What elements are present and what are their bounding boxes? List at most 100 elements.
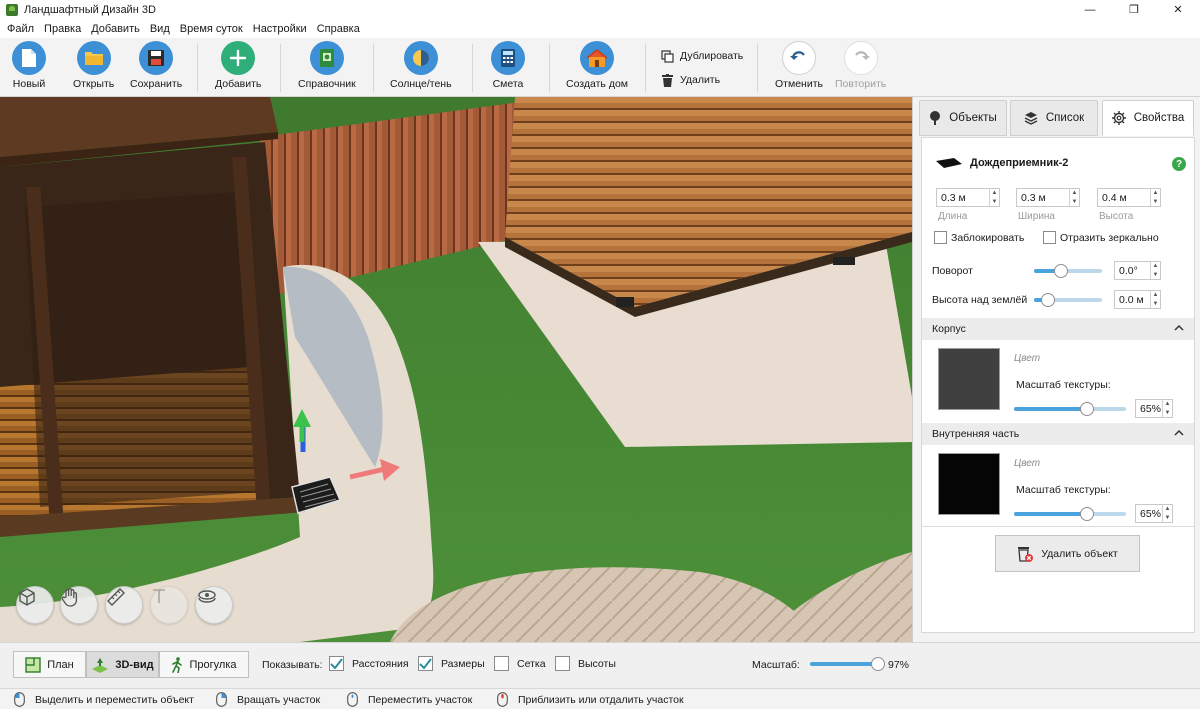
undo-button[interactable]: Отменить	[775, 41, 823, 90]
tab-walk[interactable]: Прогулка	[159, 651, 249, 678]
measure-tool-button[interactable]	[105, 586, 143, 624]
menu-file[interactable]: Файл	[2, 23, 39, 35]
body-texture-slider-thumb[interactable]	[1079, 402, 1094, 416]
show-dimensions-checkbox[interactable]: Размеры	[418, 656, 485, 671]
walking-person-icon	[171, 656, 183, 673]
show-grid-checkbox[interactable]: Сетка	[494, 656, 546, 671]
length-input[interactable]: 0.3 м ▲ ▼	[936, 188, 1000, 207]
body-color-label: Цвет	[1014, 353, 1041, 364]
layers-icon	[198, 590, 216, 603]
menu-add[interactable]: Добавить	[86, 23, 145, 35]
select-tool-button[interactable]	[16, 586, 54, 624]
section-body-header[interactable]: Корпус	[922, 318, 1194, 340]
menu-help[interactable]: Справка	[312, 23, 365, 35]
tab-properties[interactable]: Свойства	[1102, 100, 1194, 136]
help-button[interactable]: ?	[1172, 157, 1186, 171]
estimate-button[interactable]: Смета	[491, 41, 525, 90]
elevation-stepper[interactable]: ▲ ▼	[1150, 291, 1160, 308]
book-icon	[309, 41, 344, 75]
status-hint-rotate: Вращать участок	[216, 692, 320, 707]
section-inner-header[interactable]: Внутренняя часть	[922, 423, 1194, 445]
tab-3d-view[interactable]: 3D-вид	[86, 651, 159, 678]
inner-texture-slider[interactable]	[1014, 507, 1126, 521]
toolbar-separator	[757, 44, 758, 92]
stack-icon	[1024, 111, 1038, 125]
elevation-slider[interactable]	[1034, 293, 1102, 307]
create-house-button[interactable]: Создать дом	[566, 41, 628, 90]
scale-value: 97%	[888, 659, 910, 671]
layers-tool-button[interactable]	[195, 586, 233, 624]
rotation-slider[interactable]	[1034, 264, 1102, 278]
trash-delete-icon	[1017, 545, 1034, 563]
menu-edit[interactable]: Правка	[39, 23, 86, 35]
scale-slider[interactable]	[810, 657, 885, 671]
body-texture-input[interactable]: 65% ▲ ▼	[1135, 399, 1173, 418]
height-input[interactable]: 0.4 м ▲ ▼	[1097, 188, 1161, 207]
mirror-checkbox[interactable]: Отразить зеркально	[1043, 231, 1159, 244]
delete-button[interactable]: Удалить	[660, 73, 720, 87]
redo-arrow-icon	[843, 41, 878, 75]
show-heights-checkbox[interactable]: Высоты	[555, 656, 616, 671]
lock-checkbox[interactable]: Заблокировать	[934, 231, 1024, 244]
gear-icon	[1111, 111, 1126, 125]
scene-3d-viewport[interactable]	[0, 97, 912, 642]
tab-plan[interactable]: План	[13, 651, 86, 678]
reference-button[interactable]: Справочник	[298, 41, 356, 90]
text-tool-button[interactable]	[150, 586, 188, 624]
menu-settings[interactable]: Настройки	[248, 23, 312, 35]
elevation-label: Высота над землёй	[932, 294, 1028, 306]
lock-check-box[interactable]	[934, 231, 947, 244]
inner-texture-slider-thumb[interactable]	[1079, 507, 1094, 521]
close-button[interactable]: ✕	[1156, 0, 1200, 19]
scene-render	[0, 97, 912, 642]
body-color-swatch[interactable]	[938, 348, 1000, 410]
properties-panel: Объекты Список Свойства Дождеприемник-2 …	[912, 97, 1200, 642]
open-button[interactable]: Открыть	[73, 41, 114, 90]
show-label: Показывать:	[262, 659, 323, 671]
inner-texture-stepper[interactable]: ▲ ▼	[1162, 505, 1172, 522]
tab-objects[interactable]: Объекты	[919, 100, 1007, 136]
pan-tool-button[interactable]	[60, 586, 98, 624]
house-icon	[580, 41, 614, 75]
add-button[interactable]: Добавить	[215, 41, 261, 90]
duplicate-button[interactable]: Дублировать	[660, 49, 743, 63]
sun-shade-button[interactable]: Солнце/тень	[390, 41, 452, 90]
height-stepper[interactable]: ▲ ▼	[1150, 189, 1160, 206]
width-stepper[interactable]: ▲ ▼	[1069, 189, 1079, 206]
save-button[interactable]: Сохранить	[130, 41, 182, 90]
divider	[922, 526, 1194, 527]
tab-list[interactable]: Список	[1010, 100, 1098, 136]
properties-body: Дождеприемник-2 ? 0.3 м ▲ ▼ Длина 0.3 м ▲…	[921, 137, 1195, 633]
title-bar: Ландшафтный Дизайн 3D — ❐ ✕	[0, 0, 1200, 19]
body-texture-scale-label: Масштаб текстуры:	[1016, 379, 1111, 391]
rotation-slider-thumb[interactable]	[1054, 264, 1069, 278]
rotation-stepper[interactable]: ▲ ▼	[1150, 262, 1160, 279]
elevation-input[interactable]: 0.0 м ▲ ▼	[1114, 290, 1161, 309]
mirror-check-box[interactable]	[1043, 231, 1056, 244]
length-stepper[interactable]: ▲ ▼	[989, 189, 999, 206]
scale-slider-thumb[interactable]	[870, 657, 885, 671]
toolbar: Новый Открыть Сохранить Добавить Справоч…	[0, 38, 1200, 97]
elevation-slider-thumb[interactable]	[1040, 293, 1055, 307]
maximize-button[interactable]: ❐	[1112, 0, 1156, 19]
menu-time-of-day[interactable]: Время суток	[175, 23, 248, 35]
redo-button[interactable]: Повторить	[835, 41, 886, 90]
minimize-button[interactable]: —	[1068, 0, 1112, 19]
delete-object-button[interactable]: Удалить объект	[995, 535, 1140, 572]
status-hint-select: Выделить и переместить объект	[14, 692, 194, 707]
mouse-left-icon	[14, 692, 25, 707]
body-texture-slider[interactable]	[1014, 402, 1126, 416]
height-label: Высота	[1099, 211, 1134, 222]
width-input[interactable]: 0.3 м ▲ ▼	[1016, 188, 1080, 207]
mouse-wheel-icon	[497, 692, 508, 707]
status-hint-move: Переместить участок	[347, 692, 472, 707]
body-texture-stepper[interactable]: ▲ ▼	[1162, 400, 1172, 417]
menu-view[interactable]: Вид	[145, 23, 175, 35]
rotation-input[interactable]: 0.0° ▲ ▼	[1114, 261, 1161, 280]
inner-color-swatch[interactable]	[938, 453, 1000, 515]
inner-texture-input[interactable]: 65% ▲ ▼	[1135, 504, 1173, 523]
show-distances-checkbox[interactable]: Расстояния	[329, 656, 409, 671]
new-button[interactable]: Новый	[12, 41, 46, 90]
toolbar-separator	[645, 44, 646, 92]
chevron-up-icon	[1174, 324, 1184, 331]
